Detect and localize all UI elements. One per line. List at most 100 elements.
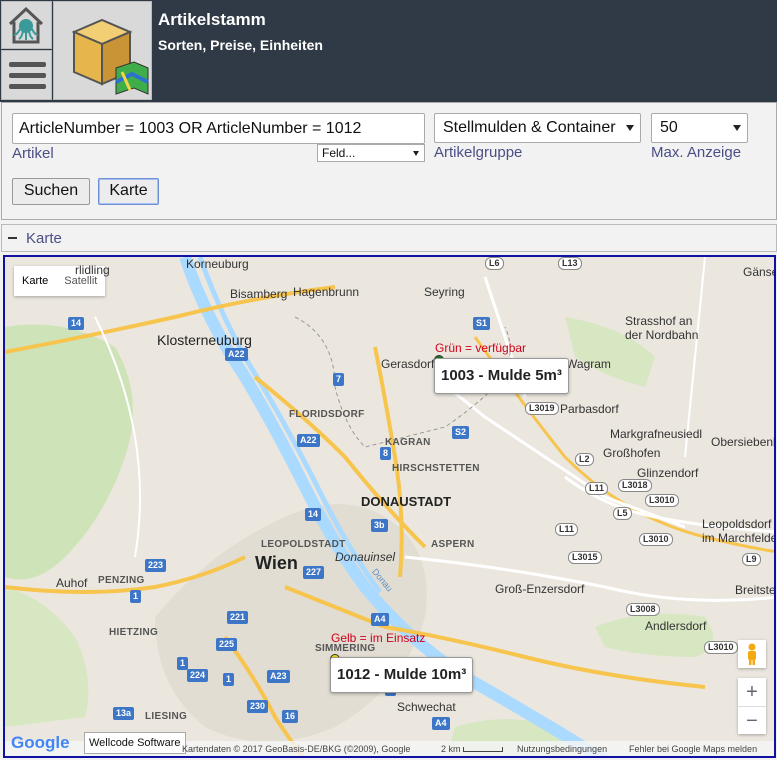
street-view-pegman[interactable]: [738, 640, 766, 668]
road-shield: L9: [742, 553, 761, 566]
road-shield: A4: [432, 717, 450, 730]
home-octopus-icon: [8, 6, 44, 44]
search-form: ArticleNumber = 1003 OR ArticleNumber = …: [1, 102, 777, 220]
district-label: ASPERN: [431, 539, 475, 550]
zoom-control: + −: [738, 678, 766, 734]
road-shield: S2: [452, 426, 470, 439]
place-label: DONAUSTADT: [361, 494, 452, 509]
road-shield: A4: [371, 613, 389, 626]
road-shield: 16: [282, 710, 299, 723]
place-label: Klosterneuburg: [157, 332, 252, 348]
chevron-down-icon: [413, 151, 419, 156]
zoom-out-button[interactable]: −: [738, 706, 766, 734]
wellcode-badge[interactable]: Wellcode Software: [84, 732, 186, 754]
district-label: LEOPOLDSTADT: [261, 539, 346, 550]
chevron-down-icon: [626, 125, 634, 131]
road-shield: L3010: [639, 533, 673, 546]
road-shield: A22: [297, 434, 320, 447]
map-type-map[interactable]: Karte: [14, 266, 56, 296]
place-label: Leopoldsdorf im Marchfelde: [702, 517, 776, 545]
place-label: Andlersdorf: [645, 619, 707, 633]
place-label: Wien: [255, 553, 298, 573]
road-shield: 7: [333, 373, 345, 386]
road-shield: 14: [68, 317, 85, 330]
road-shield: L11: [555, 523, 579, 536]
section-title: Karte: [26, 230, 62, 247]
map-section-header[interactable]: Karte: [1, 224, 777, 252]
road-shield: S1: [473, 317, 491, 330]
road-shield: A22: [225, 348, 248, 361]
page-title: Artikelstamm: [158, 10, 266, 29]
road-shield: A23: [267, 670, 290, 683]
max-display-label: Max. Anzeige: [651, 144, 742, 161]
road-shield: 8: [380, 447, 392, 460]
district-label: PENZING: [98, 575, 145, 586]
road-shield: 223: [145, 559, 167, 572]
pegman-icon: [748, 643, 756, 665]
zoom-in-button[interactable]: +: [738, 678, 766, 706]
artikel-label: Artikel: [12, 145, 54, 162]
road-shield: 3b: [371, 519, 388, 532]
district-label: KAGRAN: [385, 437, 431, 448]
district-label: HIETZING: [109, 627, 159, 638]
terms-link[interactable]: Nutzungsbedingungen: [517, 744, 607, 754]
artikelgruppe-select[interactable]: Stellmulden & Container: [434, 113, 641, 143]
place-label: Strasshof an der Nordbahn: [625, 314, 699, 342]
page-subtitle: Sorten, Preise, Einheiten: [158, 37, 323, 53]
place-label: Auhof: [56, 576, 88, 590]
chevron-down-icon: [733, 125, 741, 131]
marker-status-available: Grün = verfügbar: [435, 341, 527, 355]
road-shield: L3015: [568, 551, 602, 564]
road-shield: L2: [575, 453, 594, 466]
report-error-link[interactable]: Fehler bei Google Maps melden: [629, 744, 757, 754]
road-shield: L6: [485, 257, 504, 270]
map-marker-1003[interactable]: 1003 - Mulde 5m³: [434, 358, 569, 394]
place-label: Gänse: [743, 265, 776, 279]
road-shield: 13a: [113, 707, 135, 720]
map-attribution[interactable]: Kartendaten © 2017 GeoBasis-DE/BKG (©200…: [182, 744, 410, 754]
place-label: Groß-Enzersdorf: [495, 582, 585, 596]
road-shield: L3010: [645, 494, 679, 507]
road-shield: 1: [223, 673, 235, 686]
place-label: Obersiebenbrunn: [711, 435, 774, 449]
place-label: Breitste: [735, 583, 776, 597]
road-shield: 225: [216, 638, 238, 651]
max-display-select[interactable]: 50: [651, 113, 748, 143]
search-button[interactable]: Suchen: [12, 178, 90, 205]
map-view[interactable]: Karte Satellit rlidling Korneuburg Bisam…: [3, 255, 776, 758]
map-button[interactable]: Karte: [98, 178, 159, 205]
place-label: Schwechat: [397, 700, 456, 714]
home-button[interactable]: [1, 1, 52, 49]
district-label: LIESING: [145, 711, 188, 722]
scale-bar: [463, 747, 503, 752]
box-map-icon: [71, 18, 149, 95]
place-label: Donauinsel: [335, 550, 396, 564]
place-label: Bisamberg: [230, 287, 288, 301]
road-shield: 14: [305, 508, 322, 521]
place-label: Korneuburg: [186, 257, 249, 271]
place-label: Hagenbrunn: [293, 285, 360, 299]
map-marker-1012[interactable]: 1012 - Mulde 10m³: [330, 657, 474, 693]
place-label: rlidling: [75, 263, 110, 277]
artikelgruppe-label: Artikelgruppe: [434, 144, 523, 161]
google-logo: Google: [11, 733, 70, 753]
district-label: FLORIDSDORF: [289, 409, 365, 420]
road-shield: 224: [187, 669, 209, 682]
field-select[interactable]: Feld...: [317, 144, 425, 162]
road-shield: L5: [613, 507, 632, 520]
place-label: Großhofen: [603, 446, 661, 460]
map-scale[interactable]: 2 km: [441, 744, 461, 754]
road-shield: 1: [130, 590, 142, 603]
google-logo-text: Google: [11, 733, 70, 752]
query-input[interactable]: ArticleNumber = 1003 OR ArticleNumber = …: [12, 113, 425, 144]
place-label: Markgrafneusiedl: [610, 427, 703, 441]
place-label: Seyring: [424, 285, 465, 299]
menu-button[interactable]: [1, 50, 52, 100]
app-logo: [53, 1, 152, 100]
app-header: Artikelstamm Sorten, Preise, Einheiten: [0, 0, 777, 102]
road-shield: L3018: [618, 479, 652, 492]
place-label: Glinzendorf: [637, 466, 699, 480]
road-shield: L3010: [704, 641, 738, 654]
minus-icon[interactable]: [8, 237, 17, 239]
road-shield: 1: [177, 657, 189, 670]
